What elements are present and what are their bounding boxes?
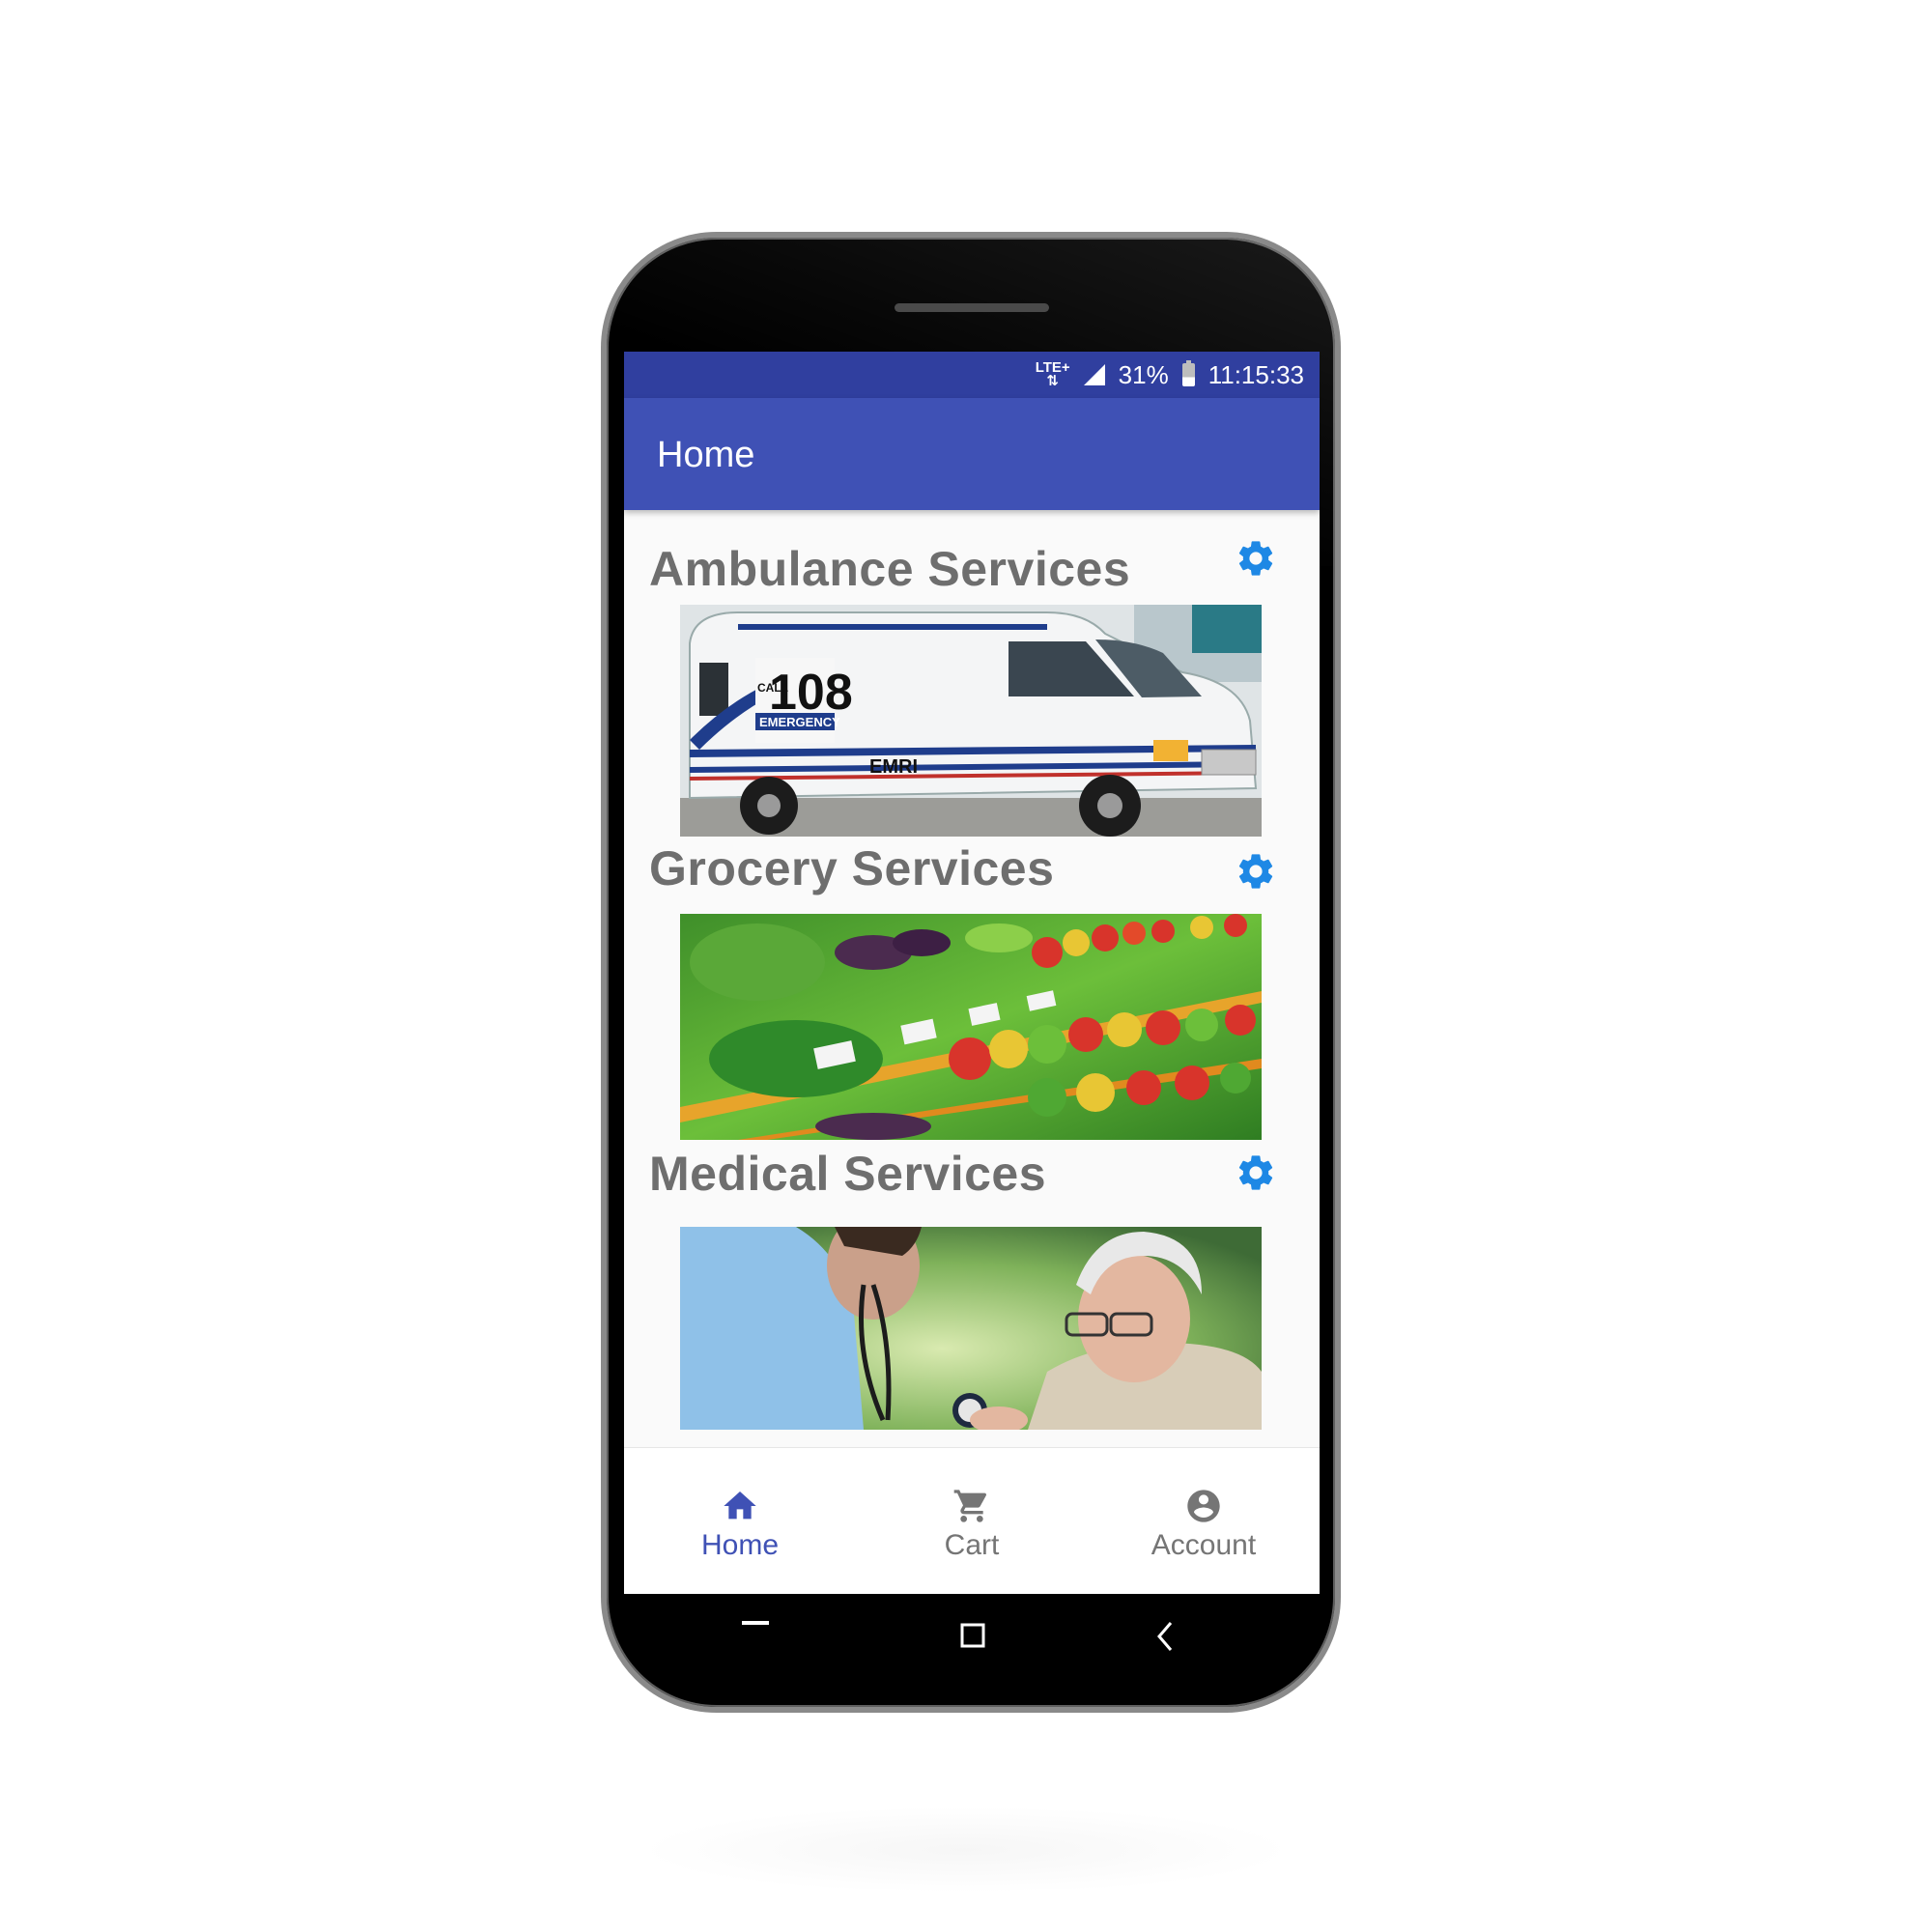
service-card-medical[interactable]: Medical Services xyxy=(624,1126,1320,1447)
home-icon xyxy=(724,1492,756,1520)
app-bar: Home xyxy=(624,398,1320,510)
nav-account[interactable]: Account xyxy=(1088,1448,1320,1594)
cell-signal-icon xyxy=(1083,364,1105,385)
service-card-grocery[interactable]: Grocery Services xyxy=(624,825,1320,1140)
services-list: Ambulance Services CALL 108 EMERGENCY EM… xyxy=(624,510,1320,1447)
home-square-icon[interactable] xyxy=(960,1623,985,1648)
ambulance-number-text: 108 xyxy=(769,665,853,721)
grocery-produce-photo[interactable] xyxy=(680,914,1262,1140)
lte-signal-icon: LTE+ ⇅ xyxy=(1035,359,1070,389)
nav-home-label: Home xyxy=(700,1529,780,1561)
ambulance-emergency-text: EMERGENCY xyxy=(759,715,840,729)
phone-frame: LTE+ ⇅ 31% 11:15:33 Home Ambulance Servic… xyxy=(601,232,1341,1713)
earpiece-speaker xyxy=(895,303,1049,312)
gear-icon[interactable] xyxy=(1235,850,1277,893)
doctor-patient-photo[interactable] xyxy=(680,1227,1262,1430)
doctor-patient-illustration xyxy=(680,1227,1262,1430)
back-chevron-icon[interactable] xyxy=(1157,1622,1173,1651)
bottom-navigation: Home Cart Account xyxy=(624,1447,1320,1594)
page-title: Home xyxy=(657,435,755,475)
service-card-ambulance[interactable]: Ambulance Services CALL 108 EMERGENCY EM… xyxy=(624,510,1320,837)
screen: LTE+ ⇅ 31% 11:15:33 Home Ambulance Servic… xyxy=(624,352,1320,1594)
nav-cart-label: Cart xyxy=(944,1529,1000,1561)
gear-icon[interactable] xyxy=(1235,537,1277,580)
phone-reflection xyxy=(638,1806,1294,1893)
nav-cart[interactable]: Cart xyxy=(856,1448,1088,1594)
gear-icon[interactable] xyxy=(1235,1151,1277,1194)
account-circle-icon xyxy=(1187,1490,1220,1522)
service-title: Grocery Services xyxy=(649,841,1055,895)
nav-home[interactable]: Home xyxy=(624,1448,856,1594)
cart-icon xyxy=(953,1490,987,1522)
recents-bar-icon[interactable] xyxy=(742,1621,769,1625)
system-navigation-bar xyxy=(607,1594,1335,1681)
battery-percent: 31% xyxy=(1118,359,1169,389)
service-title: Ambulance Services xyxy=(649,542,1131,596)
clock: 11:15:33 xyxy=(1208,359,1304,389)
nav-account-label: Account xyxy=(1151,1529,1257,1561)
battery-icon xyxy=(1181,360,1195,386)
ambulance-illustration: CALL 108 EMERGENCY EMRI xyxy=(680,605,1262,837)
service-title: Medical Services xyxy=(649,1147,1047,1201)
ambulance-photo[interactable]: CALL 108 EMERGENCY EMRI xyxy=(680,605,1262,837)
status-bar: LTE+ ⇅ 31% 11:15:33 xyxy=(624,352,1320,398)
produce-shelf-illustration xyxy=(680,914,1262,1140)
ambulance-org-text: EMRI xyxy=(869,756,918,778)
system-nav-icons xyxy=(742,1621,1173,1651)
